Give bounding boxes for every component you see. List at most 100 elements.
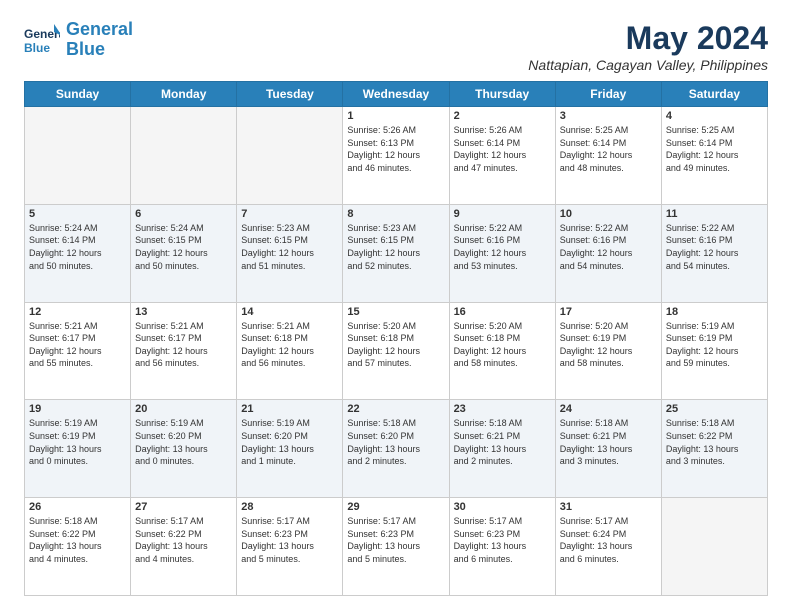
calendar-cell (131, 107, 237, 205)
calendar-day-header: Saturday (661, 82, 767, 107)
logo-text: General Blue (66, 20, 133, 60)
day-number: 1 (347, 110, 444, 122)
calendar-day-header: Monday (131, 82, 237, 107)
header: General Blue General Blue May 2024 Natta… (24, 20, 768, 73)
calendar-cell: 2 Sunrise: 5:26 AM Sunset: 6:14 PM Daylig… (449, 107, 555, 205)
calendar-week-row: 19 Sunrise: 5:19 AM Sunset: 6:19 PM Dayli… (25, 400, 768, 498)
day-number: 23 (454, 403, 551, 415)
day-number: 29 (347, 501, 444, 513)
day-info: Sunrise: 5:20 AM Sunset: 6:19 PM Dayligh… (560, 320, 657, 370)
day-info: Sunrise: 5:17 AM Sunset: 6:22 PM Dayligh… (135, 515, 232, 565)
calendar-day-header: Wednesday (343, 82, 449, 107)
calendar-cell: 26 Sunrise: 5:18 AM Sunset: 6:22 PM Dayli… (25, 498, 131, 596)
calendar-cell: 12 Sunrise: 5:21 AM Sunset: 6:17 PM Dayli… (25, 302, 131, 400)
month-year: May 2024 (528, 20, 768, 57)
day-number: 20 (135, 403, 232, 415)
calendar-cell: 5 Sunrise: 5:24 AM Sunset: 6:14 PM Daylig… (25, 204, 131, 302)
calendar-day-header: Friday (555, 82, 661, 107)
logo-icon: General Blue (24, 22, 60, 58)
svg-text:Blue: Blue (24, 41, 50, 55)
day-info: Sunrise: 5:17 AM Sunset: 6:24 PM Dayligh… (560, 515, 657, 565)
calendar-cell: 7 Sunrise: 5:23 AM Sunset: 6:15 PM Daylig… (237, 204, 343, 302)
calendar-cell: 22 Sunrise: 5:18 AM Sunset: 6:20 PM Dayli… (343, 400, 449, 498)
day-info: Sunrise: 5:17 AM Sunset: 6:23 PM Dayligh… (241, 515, 338, 565)
day-number: 9 (454, 208, 551, 220)
calendar-cell (237, 107, 343, 205)
day-info: Sunrise: 5:24 AM Sunset: 6:14 PM Dayligh… (29, 222, 126, 272)
calendar-cell: 13 Sunrise: 5:21 AM Sunset: 6:17 PM Dayli… (131, 302, 237, 400)
calendar-cell: 9Sunrise: 5:22 AM Sunset: 6:16 PM Daylig… (449, 204, 555, 302)
day-number: 15 (347, 306, 444, 318)
calendar-cell: 18Sunrise: 5:19 AM Sunset: 6:19 PM Dayli… (661, 302, 767, 400)
day-number: 30 (454, 501, 551, 513)
day-number: 7 (241, 208, 338, 220)
location: Nattapian, Cagayan Valley, Philippines (528, 57, 768, 73)
calendar-cell: 8Sunrise: 5:23 AM Sunset: 6:15 PM Daylig… (343, 204, 449, 302)
day-number: 14 (241, 306, 338, 318)
day-number: 16 (454, 306, 551, 318)
day-number: 12 (29, 306, 126, 318)
calendar-week-row: 12 Sunrise: 5:21 AM Sunset: 6:17 PM Dayli… (25, 302, 768, 400)
day-info: Sunrise: 5:21 AM Sunset: 6:18 PM Dayligh… (241, 320, 338, 370)
day-number: 18 (666, 306, 763, 318)
calendar-cell: 25Sunrise: 5:18 AM Sunset: 6:22 PM Dayli… (661, 400, 767, 498)
day-info: Sunrise: 5:21 AM Sunset: 6:17 PM Dayligh… (29, 320, 126, 370)
day-info: Sunrise: 5:20 AM Sunset: 6:18 PM Dayligh… (347, 320, 444, 370)
calendar-cell: 28 Sunrise: 5:17 AM Sunset: 6:23 PM Dayli… (237, 498, 343, 596)
day-number: 19 (29, 403, 126, 415)
calendar-cell: 30 Sunrise: 5:17 AM Sunset: 6:23 PM Dayli… (449, 498, 555, 596)
day-info: Sunrise: 5:17 AM Sunset: 6:23 PM Dayligh… (347, 515, 444, 565)
calendar-cell: 29 Sunrise: 5:17 AM Sunset: 6:23 PM Dayli… (343, 498, 449, 596)
day-number: 26 (29, 501, 126, 513)
calendar-cell: 11 Sunrise: 5:22 AM Sunset: 6:16 PM Dayli… (661, 204, 767, 302)
day-number: 5 (29, 208, 126, 220)
calendar-day-header: Thursday (449, 82, 555, 107)
calendar-cell: 19 Sunrise: 5:19 AM Sunset: 6:19 PM Dayli… (25, 400, 131, 498)
title-block: May 2024 Nattapian, Cagayan Valley, Phil… (528, 20, 768, 73)
day-info: Sunrise: 5:20 AM Sunset: 6:18 PM Dayligh… (454, 320, 551, 370)
day-number: 22 (347, 403, 444, 415)
calendar-cell: 17Sunrise: 5:20 AM Sunset: 6:19 PM Dayli… (555, 302, 661, 400)
day-info: Sunrise: 5:17 AM Sunset: 6:23 PM Dayligh… (454, 515, 551, 565)
day-info: Sunrise: 5:18 AM Sunset: 6:21 PM Dayligh… (560, 417, 657, 467)
day-number: 3 (560, 110, 657, 122)
day-info: Sunrise: 5:24 AM Sunset: 6:15 PM Dayligh… (135, 222, 232, 272)
calendar-cell: 3Sunrise: 5:25 AM Sunset: 6:14 PM Daylig… (555, 107, 661, 205)
day-number: 13 (135, 306, 232, 318)
day-info: Sunrise: 5:21 AM Sunset: 6:17 PM Dayligh… (135, 320, 232, 370)
day-number: 2 (454, 110, 551, 122)
calendar-cell: 24 Sunrise: 5:18 AM Sunset: 6:21 PM Dayli… (555, 400, 661, 498)
day-number: 31 (560, 501, 657, 513)
day-info: Sunrise: 5:19 AM Sunset: 6:20 PM Dayligh… (135, 417, 232, 467)
day-number: 27 (135, 501, 232, 513)
calendar-cell: 1 Sunrise: 5:26 AM Sunset: 6:13 PM Daylig… (343, 107, 449, 205)
calendar-cell: 10 Sunrise: 5:22 AM Sunset: 6:16 PM Dayli… (555, 204, 661, 302)
day-number: 28 (241, 501, 338, 513)
calendar-cell: 15 Sunrise: 5:20 AM Sunset: 6:18 PM Dayli… (343, 302, 449, 400)
day-number: 11 (666, 208, 763, 220)
day-info: Sunrise: 5:23 AM Sunset: 6:15 PM Dayligh… (347, 222, 444, 272)
day-info: Sunrise: 5:25 AM Sunset: 6:14 PM Dayligh… (666, 124, 763, 174)
day-info: Sunrise: 5:18 AM Sunset: 6:22 PM Dayligh… (29, 515, 126, 565)
day-info: Sunrise: 5:19 AM Sunset: 6:19 PM Dayligh… (29, 417, 126, 467)
day-info: Sunrise: 5:26 AM Sunset: 6:14 PM Dayligh… (454, 124, 551, 174)
day-info: Sunrise: 5:18 AM Sunset: 6:20 PM Dayligh… (347, 417, 444, 467)
day-info: Sunrise: 5:19 AM Sunset: 6:20 PM Dayligh… (241, 417, 338, 467)
calendar-week-row: 1 Sunrise: 5:26 AM Sunset: 6:13 PM Daylig… (25, 107, 768, 205)
day-info: Sunrise: 5:22 AM Sunset: 6:16 PM Dayligh… (560, 222, 657, 272)
calendar-cell: 4Sunrise: 5:25 AM Sunset: 6:14 PM Daylig… (661, 107, 767, 205)
page: General Blue General Blue May 2024 Natta… (0, 0, 792, 612)
calendar-table: SundayMondayTuesdayWednesdayThursdayFrid… (24, 81, 768, 596)
day-info: Sunrise: 5:22 AM Sunset: 6:16 PM Dayligh… (666, 222, 763, 272)
calendar-week-row: 5 Sunrise: 5:24 AM Sunset: 6:14 PM Daylig… (25, 204, 768, 302)
day-info: Sunrise: 5:26 AM Sunset: 6:13 PM Dayligh… (347, 124, 444, 174)
day-number: 24 (560, 403, 657, 415)
calendar-cell: 27 Sunrise: 5:17 AM Sunset: 6:22 PM Dayli… (131, 498, 237, 596)
calendar-cell: 23Sunrise: 5:18 AM Sunset: 6:21 PM Dayli… (449, 400, 555, 498)
day-info: Sunrise: 5:23 AM Sunset: 6:15 PM Dayligh… (241, 222, 338, 272)
day-number: 21 (241, 403, 338, 415)
day-number: 10 (560, 208, 657, 220)
calendar-day-header: Sunday (25, 82, 131, 107)
day-number: 25 (666, 403, 763, 415)
calendar-cell: 21 Sunrise: 5:19 AM Sunset: 6:20 PM Dayli… (237, 400, 343, 498)
